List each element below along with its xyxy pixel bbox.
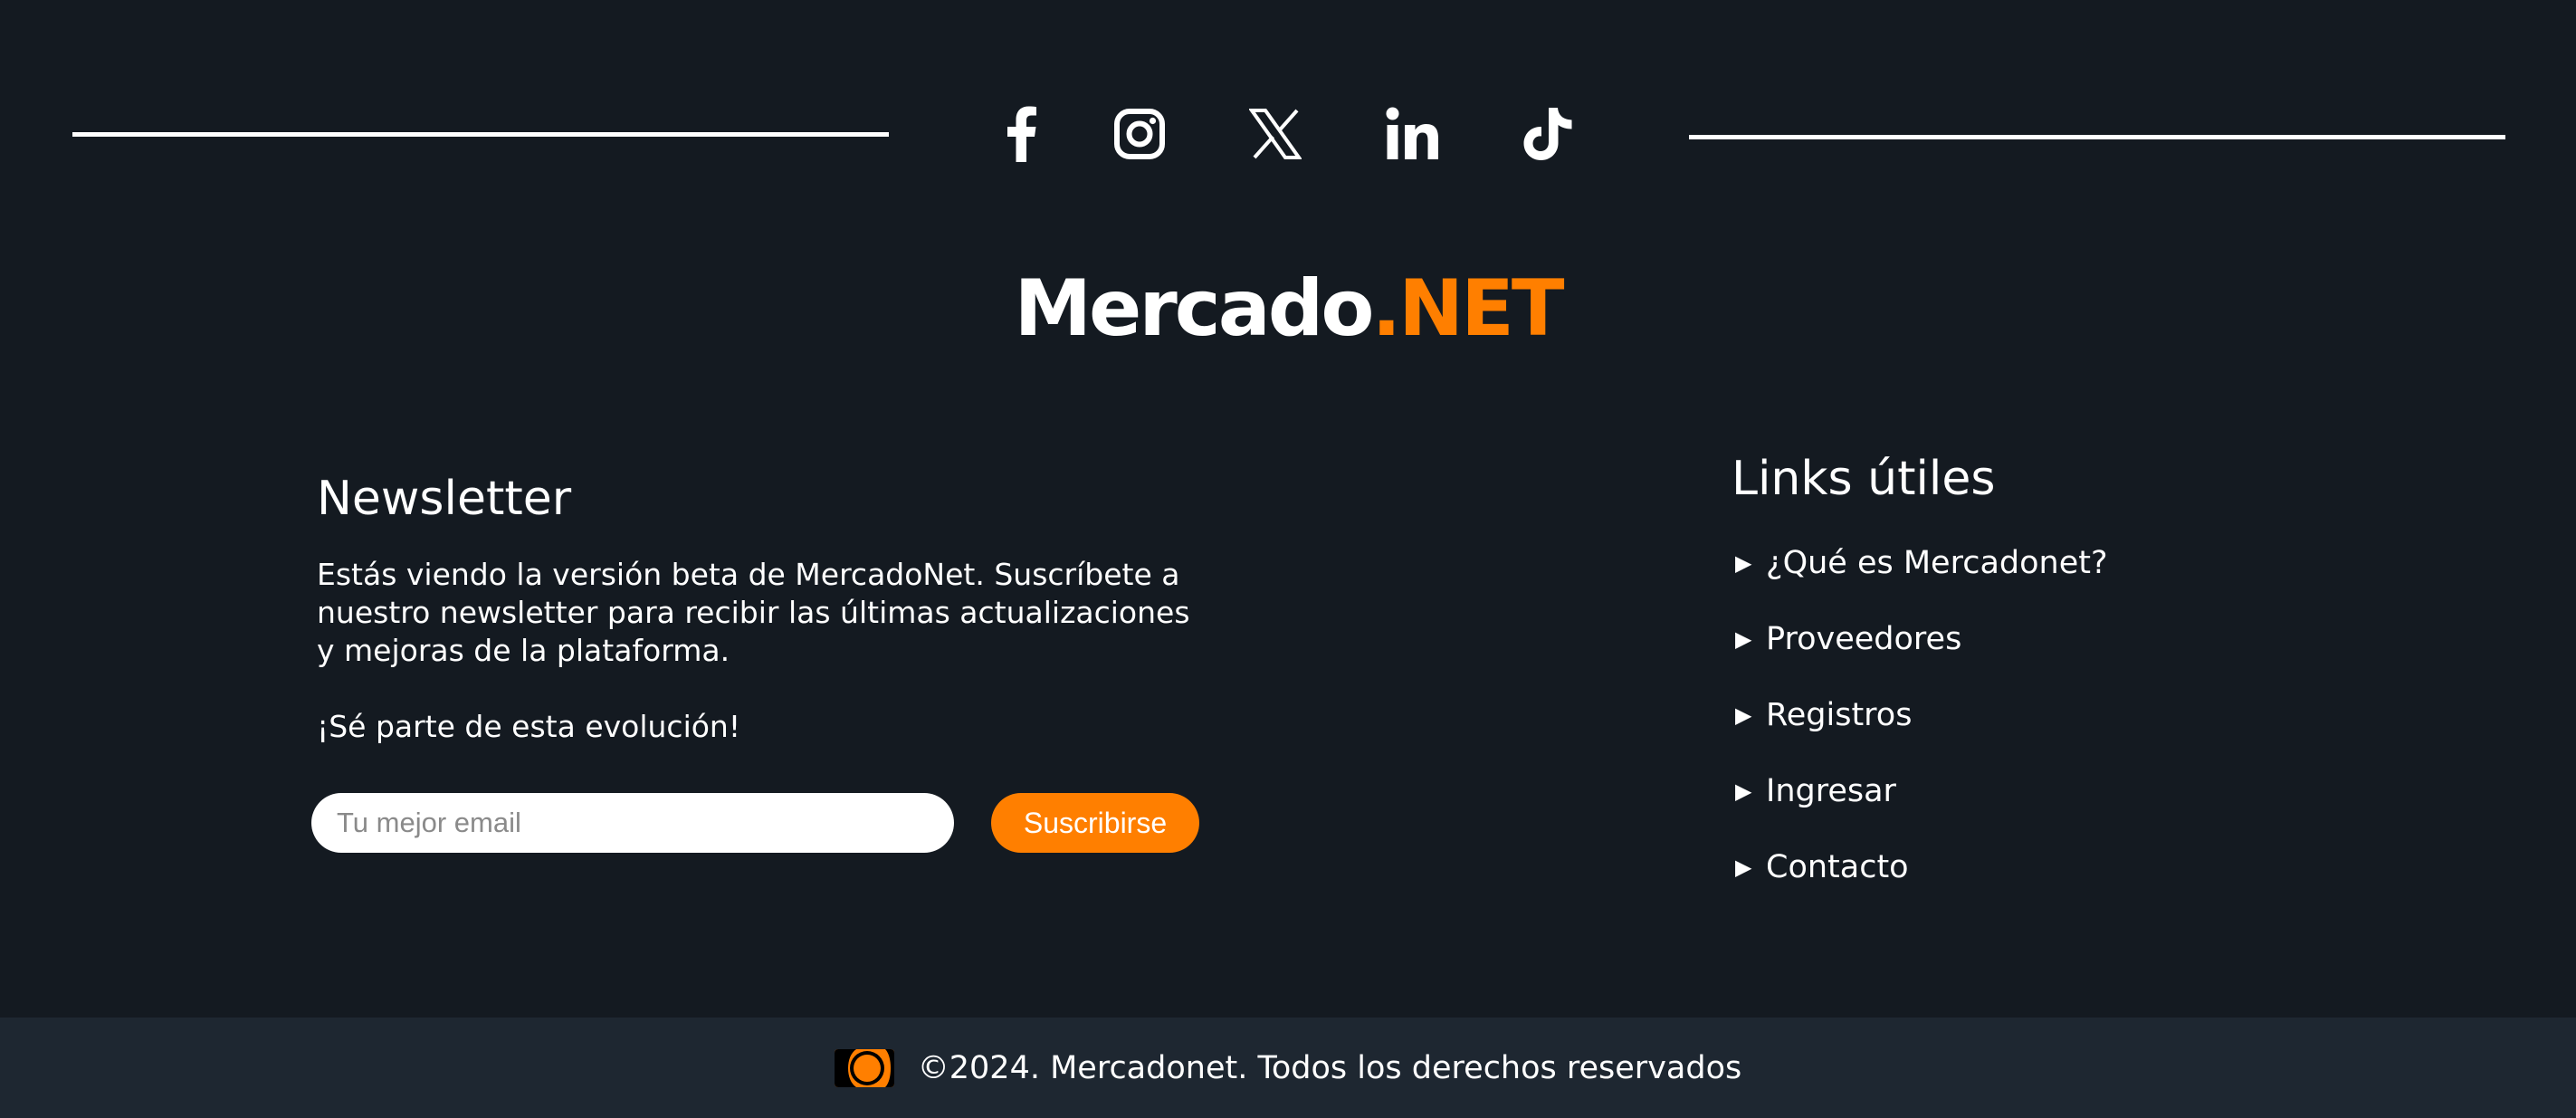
links-list: ▶ ¿Qué es Mercadonet? ▶ Proveedores ▶ Regis… xyxy=(1732,525,2365,905)
tiktok-icon[interactable] xyxy=(1521,98,1575,170)
triangle-right-icon: ▶ xyxy=(1735,626,1752,652)
x-icon[interactable] xyxy=(1247,98,1303,170)
triangle-right-icon: ▶ xyxy=(1735,779,1752,804)
triangle-right-icon: ▶ xyxy=(1735,702,1752,728)
link-ingresar[interactable]: Ingresar xyxy=(1766,773,1896,809)
newsletter-section: Newsletter Estás viendo la versión beta … xyxy=(317,469,1222,746)
divider-left xyxy=(72,132,889,137)
brand-accent: .NET xyxy=(1371,263,1564,354)
newsletter-title: Newsletter xyxy=(317,472,572,526)
mercadonet-logo-icon xyxy=(834,1048,894,1087)
divider-right xyxy=(1689,135,2505,139)
brand-name: Mercado xyxy=(1014,263,1374,354)
useful-links: Links útiles ▶ ¿Qué es Mercadonet? ▶ Prove… xyxy=(1732,449,2365,905)
brand-logo[interactable]: Mercado.NET xyxy=(0,270,2576,348)
list-item: ▶ Ingresar xyxy=(1732,753,2365,829)
list-item: ▶ Registros xyxy=(1732,677,2365,753)
footer-main: Mercado.NET Newsletter Estás viendo la v… xyxy=(0,0,2576,1018)
facebook-icon[interactable] xyxy=(1000,98,1044,170)
email-field[interactable] xyxy=(311,793,954,853)
triangle-right-icon: ▶ xyxy=(1735,855,1752,880)
newsletter-cta: ¡Sé parte de esta evolución! xyxy=(317,709,741,744)
copyright-bar: ©2024. Mercadonet. Todos los derechos re… xyxy=(0,1018,2576,1118)
newsletter-description: Estás viendo la versión beta de MercadoN… xyxy=(317,557,1190,668)
list-item: ▶ Proveedores xyxy=(1732,601,2365,677)
linkedin-icon[interactable] xyxy=(1385,98,1441,170)
subscribe-button[interactable]: Suscribirse xyxy=(991,793,1199,853)
instagram-icon[interactable] xyxy=(1111,98,1168,170)
link-que-es-mercadonet[interactable]: ¿Qué es Mercadonet? xyxy=(1766,545,2108,581)
link-registros[interactable]: Registros xyxy=(1766,697,1912,733)
triangle-right-icon: ▶ xyxy=(1735,550,1752,576)
link-contacto[interactable]: Contacto xyxy=(1766,849,1909,885)
list-item: ▶ ¿Qué es Mercadonet? xyxy=(1732,525,2365,601)
copyright-text: ©2024. Mercadonet. Todos los derechos re… xyxy=(917,1049,1742,1086)
links-title: Links útiles xyxy=(1732,452,1996,506)
list-item: ▶ Contacto xyxy=(1732,829,2365,905)
link-proveedores[interactable]: Proveedores xyxy=(1766,621,1961,657)
